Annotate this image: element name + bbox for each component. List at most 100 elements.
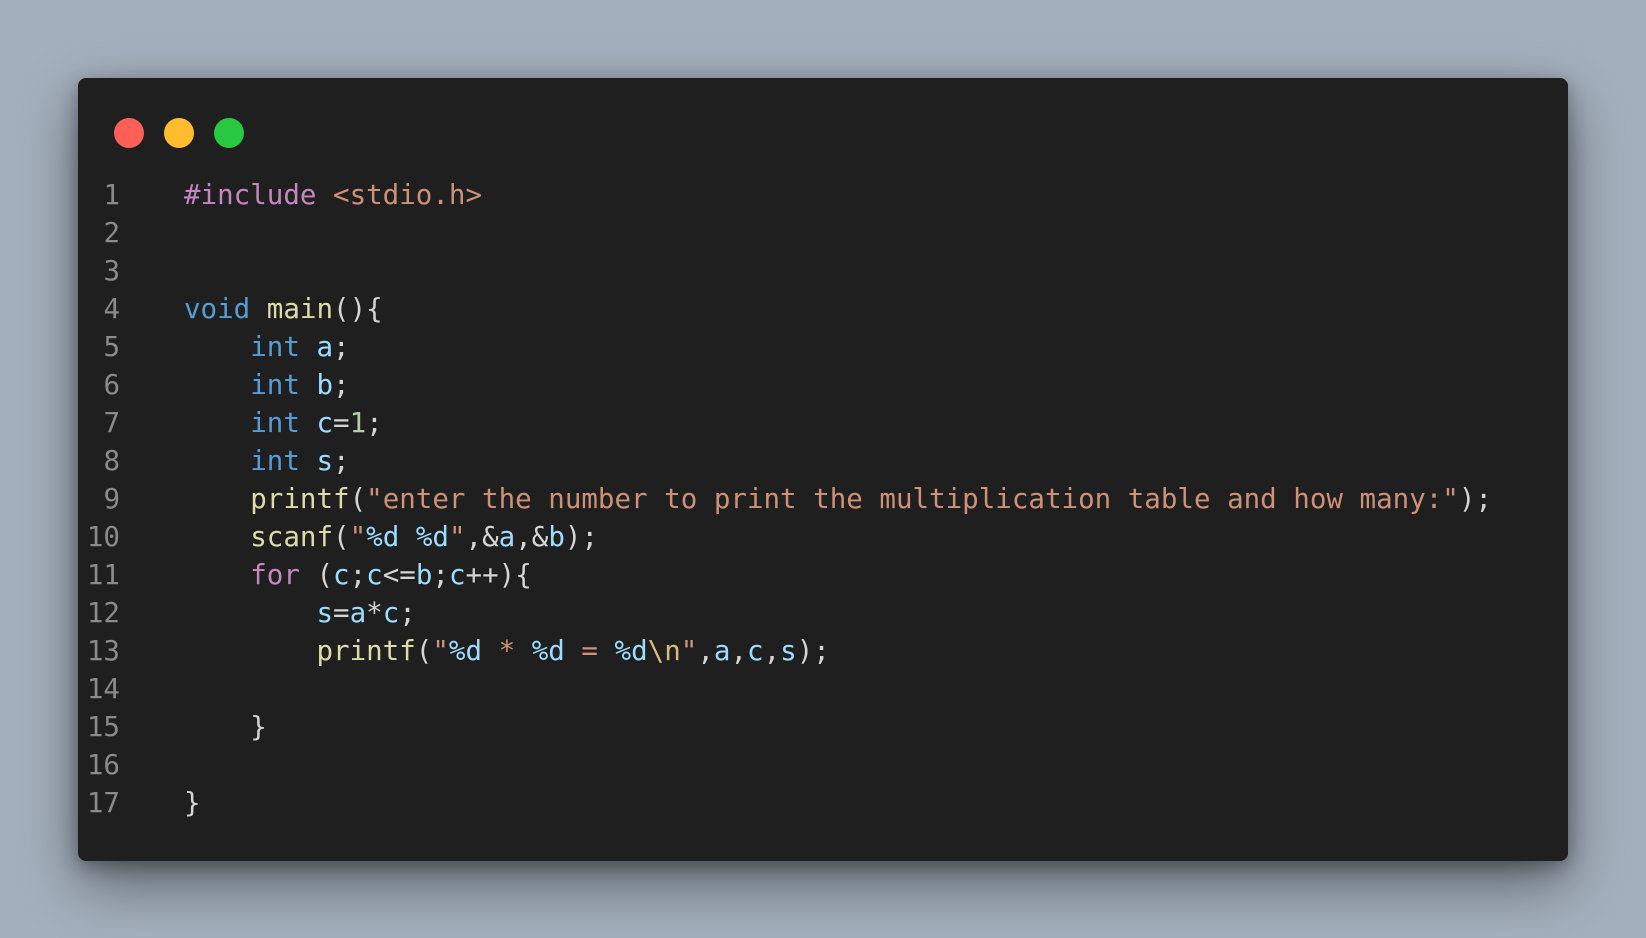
code-token-default: ;: [432, 559, 449, 591]
code-token-default: ;: [333, 445, 350, 477]
code-token-default: (: [349, 483, 367, 515]
code-token-variable: b: [316, 369, 334, 401]
code-token-variable: c: [316, 407, 334, 439]
code-token-default: ;: [349, 559, 367, 591]
line-code: printf("enter the number to print the mu…: [184, 480, 1492, 518]
code-token-default: );: [564, 521, 599, 553]
code-token-variable: c: [366, 559, 383, 591]
maximize-button[interactable]: [214, 118, 244, 148]
code-token-variable: b: [415, 559, 433, 591]
code-token-default: );: [1458, 483, 1492, 515]
code-line: 15 }: [0, 708, 267, 746]
line-code: }: [184, 784, 201, 822]
line-number: 2: [103, 217, 120, 249]
line-number: 13: [86, 635, 120, 667]
line-number: 14: [86, 673, 120, 705]
code-token-variable: %d: [448, 635, 483, 667]
code-line: 11 for (c;c<=b;c++){: [0, 556, 532, 594]
code-token-default: [316, 179, 333, 211]
code-token-variable: %d: [531, 635, 565, 667]
code-token-default: [250, 293, 267, 325]
code-token-default: );: [796, 635, 830, 667]
code-token-default: }: [184, 787, 201, 819]
code-token-default: (: [415, 635, 433, 667]
line-number: 15: [86, 711, 120, 743]
code-line: 6 int b;: [0, 366, 349, 404]
code-token-default: [184, 331, 250, 363]
code-token-escape: \n: [647, 635, 681, 667]
code-token-default: [300, 369, 317, 401]
line-number: 7: [103, 407, 120, 439]
code-block: 1 #include <stdio.h> 2 3 4 void main(){5 int …: [0, 176, 1492, 822]
code-token-keyword-control: for: [250, 559, 300, 591]
code-token-variable: %d: [614, 635, 648, 667]
code-token-variable: a: [713, 635, 731, 667]
code-token-variable: s: [780, 635, 797, 667]
code-token-default: [184, 483, 250, 515]
code-token-default: }: [184, 711, 267, 743]
line-number: 17: [86, 787, 120, 819]
code-token-keyword-type: int: [250, 445, 300, 477]
code-token-string: ": [448, 521, 466, 553]
code-token-variable: %d: [366, 521, 400, 553]
code-line: 14: [0, 670, 120, 708]
code-token-default: [184, 597, 316, 629]
code-token-default: ,&: [515, 521, 549, 553]
line-number: 6: [103, 369, 120, 401]
code-token-variable: c: [333, 559, 350, 591]
line-code: s=a*c;: [184, 594, 416, 632]
line-code: }: [184, 708, 267, 746]
code-token-default: [300, 407, 317, 439]
code-token-variable: %d: [415, 521, 449, 553]
line-code: for (c;c<=b;c++){: [184, 556, 532, 594]
code-token-string: ": [680, 635, 698, 667]
line-number: 11: [86, 559, 120, 591]
code-token-string: "enter the number to print the multiplic…: [366, 483, 1459, 515]
line-code: int c=1;: [184, 404, 382, 442]
line-code: #include <stdio.h>: [184, 176, 482, 214]
code-line: 3: [0, 252, 120, 290]
code-line: 8 int s;: [0, 442, 349, 480]
code-token-default: [184, 369, 250, 401]
code-token-default: [184, 445, 250, 477]
close-button[interactable]: [114, 118, 144, 148]
code-token-default: =: [333, 407, 350, 439]
code-token-function: printf: [250, 483, 350, 515]
code-token-variable: s: [316, 597, 334, 629]
code-line: 4 void main(){: [0, 290, 382, 328]
code-line: 2: [0, 214, 120, 252]
code-token-keyword-type: int: [250, 331, 300, 363]
line-number: 10: [86, 521, 120, 553]
code-token-function: scanf: [250, 521, 334, 553]
code-token-default: ;: [333, 369, 350, 401]
line-code: printf("%d * %d = %d\n",a,c,s);: [184, 632, 830, 670]
code-token-default: ,&: [465, 521, 499, 553]
code-line: 12 s=a*c;: [0, 594, 416, 632]
code-token-variable: a: [349, 597, 367, 629]
code-token-include-path: <stdio.h>: [333, 179, 483, 211]
code-token-preprocessor: #include: [184, 179, 317, 211]
code-line: 10 scanf("%d %d",&a,&b);: [0, 518, 598, 556]
code-token-default: [300, 331, 317, 363]
code-token-default: ,: [730, 635, 748, 667]
code-token-string: *: [482, 635, 532, 667]
minimize-button[interactable]: [164, 118, 194, 148]
line-number: 5: [103, 331, 120, 363]
code-token-function: main: [266, 293, 334, 325]
code-token-default: (: [333, 521, 350, 553]
code-token-variable: a: [316, 331, 334, 363]
code-token-variable: s: [316, 445, 334, 477]
code-token-variable: c: [382, 597, 400, 629]
code-token-default: ;: [399, 597, 416, 629]
code-line: 17}: [0, 784, 201, 822]
code-token-variable: c: [747, 635, 764, 667]
line-number: 9: [103, 483, 120, 515]
code-token-number: 1: [349, 407, 367, 439]
line-number: 1: [103, 179, 120, 211]
line-number: 16: [86, 749, 120, 781]
code-token-string: ": [349, 521, 367, 553]
line-number: 4: [103, 293, 120, 325]
code-token-string: [399, 521, 416, 553]
code-token-variable: a: [498, 521, 516, 553]
code-token-function: printf: [316, 635, 416, 667]
